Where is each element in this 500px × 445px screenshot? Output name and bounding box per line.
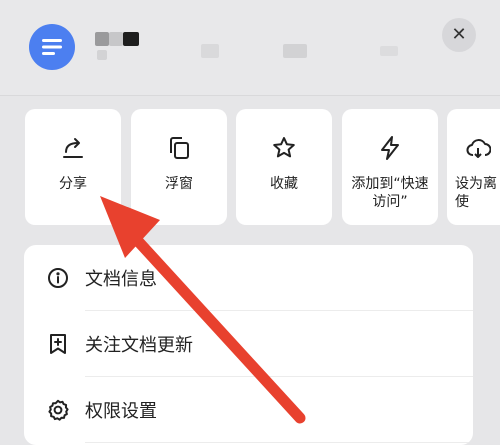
- bookmark-plus-icon: [46, 332, 70, 356]
- redacted-title-block: [201, 44, 219, 58]
- info-icon: [46, 266, 70, 290]
- divider: [85, 442, 473, 443]
- share-action[interactable]: 分享: [25, 109, 121, 225]
- redacted-title-block: [380, 46, 398, 56]
- add-quick-access-action[interactable]: 添加到“快速 访问”: [342, 109, 438, 225]
- offline-label: 设为离 使: [455, 176, 497, 210]
- floating-window-label: 浮窗: [165, 176, 193, 192]
- cloud-icon: [463, 133, 493, 163]
- lightning-icon: [375, 133, 405, 163]
- menu-item-follow-updates[interactable]: 关注文档更新: [24, 311, 473, 376]
- gear-icon: [46, 398, 70, 422]
- star-icon: [269, 133, 299, 163]
- menu-item-permission-settings[interactable]: 权限设置: [24, 377, 473, 442]
- menu-item-label: 关注文档更新: [85, 334, 193, 356]
- menu-item-doc-info[interactable]: 文档信息: [24, 245, 473, 310]
- menu-list: 文档信息 关注文档更新 权限设置: [24, 245, 473, 445]
- offline-action[interactable]: 设为离 使: [447, 109, 500, 225]
- redacted-title-block: [109, 32, 123, 46]
- close-button[interactable]: ✕: [442, 18, 476, 52]
- favorite-action[interactable]: 收藏: [236, 109, 332, 225]
- floating-window-action[interactable]: 浮窗: [131, 109, 227, 225]
- floating-window-icon: [164, 133, 194, 163]
- menu-item-label: 权限设置: [85, 400, 157, 422]
- document-icon: [29, 24, 75, 70]
- redacted-title-block: [97, 50, 107, 60]
- share-icon: [58, 133, 88, 163]
- redacted-title-block: [283, 44, 307, 58]
- menu-item-label: 文档信息: [85, 268, 157, 290]
- favorite-label: 收藏: [270, 176, 298, 192]
- redacted-title-block: [123, 32, 139, 46]
- share-label: 分享: [59, 176, 87, 192]
- redacted-title-block: [95, 32, 109, 46]
- add-quick-access-label: 添加到“快速 访问”: [351, 176, 429, 210]
- close-icon: ✕: [451, 24, 467, 45]
- sheet-header: ✕: [0, 0, 500, 96]
